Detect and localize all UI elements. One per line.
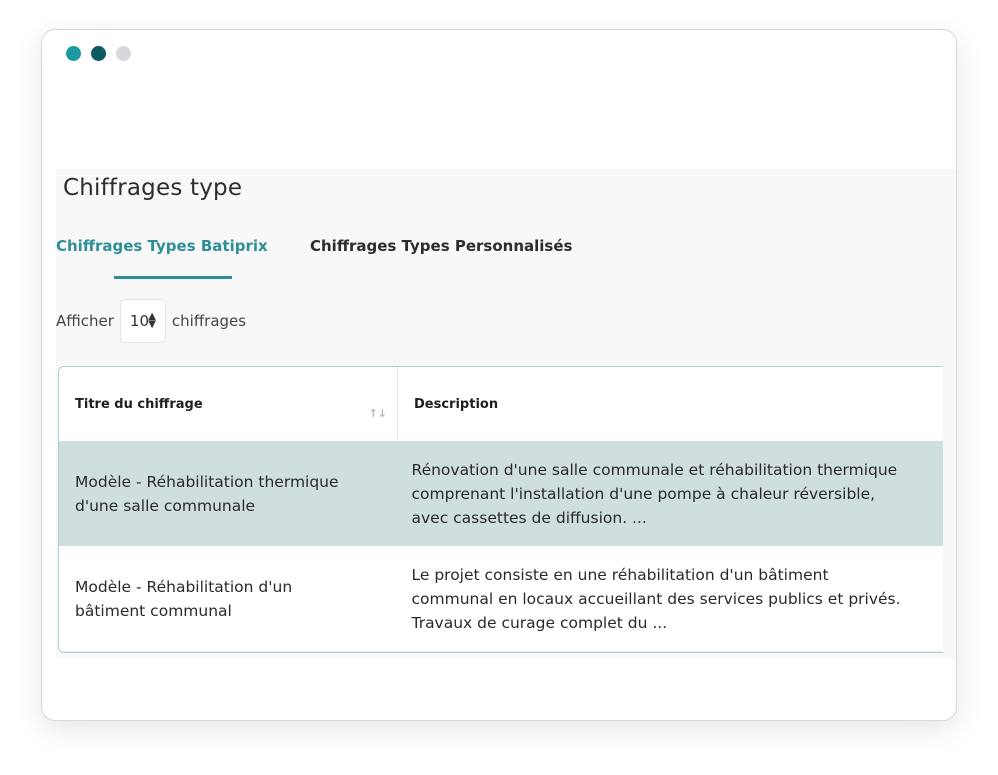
table-row[interactable]: Modèle - Réhabilitation d'un bâtiment co… [59, 546, 943, 652]
row-title-cell[interactable]: Modèle - Réhabilitation thermique d'une … [59, 441, 398, 546]
table-header-row: Titre du chiffrage ↑↓ Description [59, 367, 943, 441]
page-length-value: 10 [129, 312, 150, 330]
window-controls [66, 46, 131, 61]
row-title-line: Modèle - Réhabilitation d'un [75, 577, 293, 596]
length-suffix-label: chiffrages [171, 312, 247, 330]
chiffrages-table: Titre du chiffrage ↑↓ Description Modèle… [58, 366, 943, 653]
window-dot-dark[interactable] [91, 46, 106, 61]
window-dot-teal[interactable] [66, 46, 81, 61]
column-header-description-label: Description [414, 397, 499, 412]
row-description-line: Rénovation d'une salle communale et réha… [411, 460, 898, 479]
row-description-cell: Le projet consiste en une réhabilitation… [397, 546, 943, 652]
sort-arrows-icon[interactable]: ↑↓ [369, 407, 387, 420]
table-row[interactable]: Modèle - Réhabilitation thermique d'une … [59, 441, 943, 546]
content-panel: Chiffrages type Chiffrages Types Batipri… [56, 169, 956, 659]
row-description-line: comprenant l'installation d'une pompe à … [411, 484, 876, 503]
tab-bar: Chiffrages Types Batiprix Chiffrages Typ… [56, 237, 956, 279]
page-length-control: Afficher 10 ▲ ▼ chiffrages [56, 299, 246, 343]
tab-personnalises[interactable]: Chiffrages Types Personnalisés [310, 237, 572, 255]
app-window: Chiffrages type Chiffrages Types Batipri… [41, 29, 957, 721]
column-header-title[interactable]: Titre du chiffrage ↑↓ [59, 367, 398, 441]
row-title-line: Modèle - Réhabilitation thermique [75, 472, 339, 491]
row-title-line: d'une salle communale [75, 496, 256, 515]
row-title-line: bâtiment communal [75, 601, 232, 620]
window-dot-grey[interactable] [116, 46, 131, 61]
active-tab-indicator [114, 276, 232, 279]
tab-batiprix[interactable]: Chiffrages Types Batiprix [56, 237, 268, 255]
row-description-line: Le projet consiste en une réhabilitation… [411, 565, 829, 584]
row-description-line: Travaux de curage complet du ... [411, 613, 668, 632]
sort-updown-icon: ▲ ▼ [148, 311, 156, 330]
row-description-line: communal en locaux accueillant des servi… [411, 589, 901, 608]
page-length-select[interactable]: 10 ▲ ▼ [119, 299, 166, 343]
column-header-title-label: Titre du chiffrage [75, 397, 203, 412]
page-title: Chiffrages type [63, 175, 243, 201]
length-prefix-label: Afficher [56, 312, 114, 330]
column-header-description[interactable]: Description [397, 367, 943, 441]
row-description-line: avec cassettes de diffusion. ... [411, 508, 647, 527]
row-title-cell[interactable]: Modèle - Réhabilitation d'un bâtiment co… [59, 546, 398, 652]
row-description-cell: Rénovation d'une salle communale et réha… [397, 441, 943, 546]
